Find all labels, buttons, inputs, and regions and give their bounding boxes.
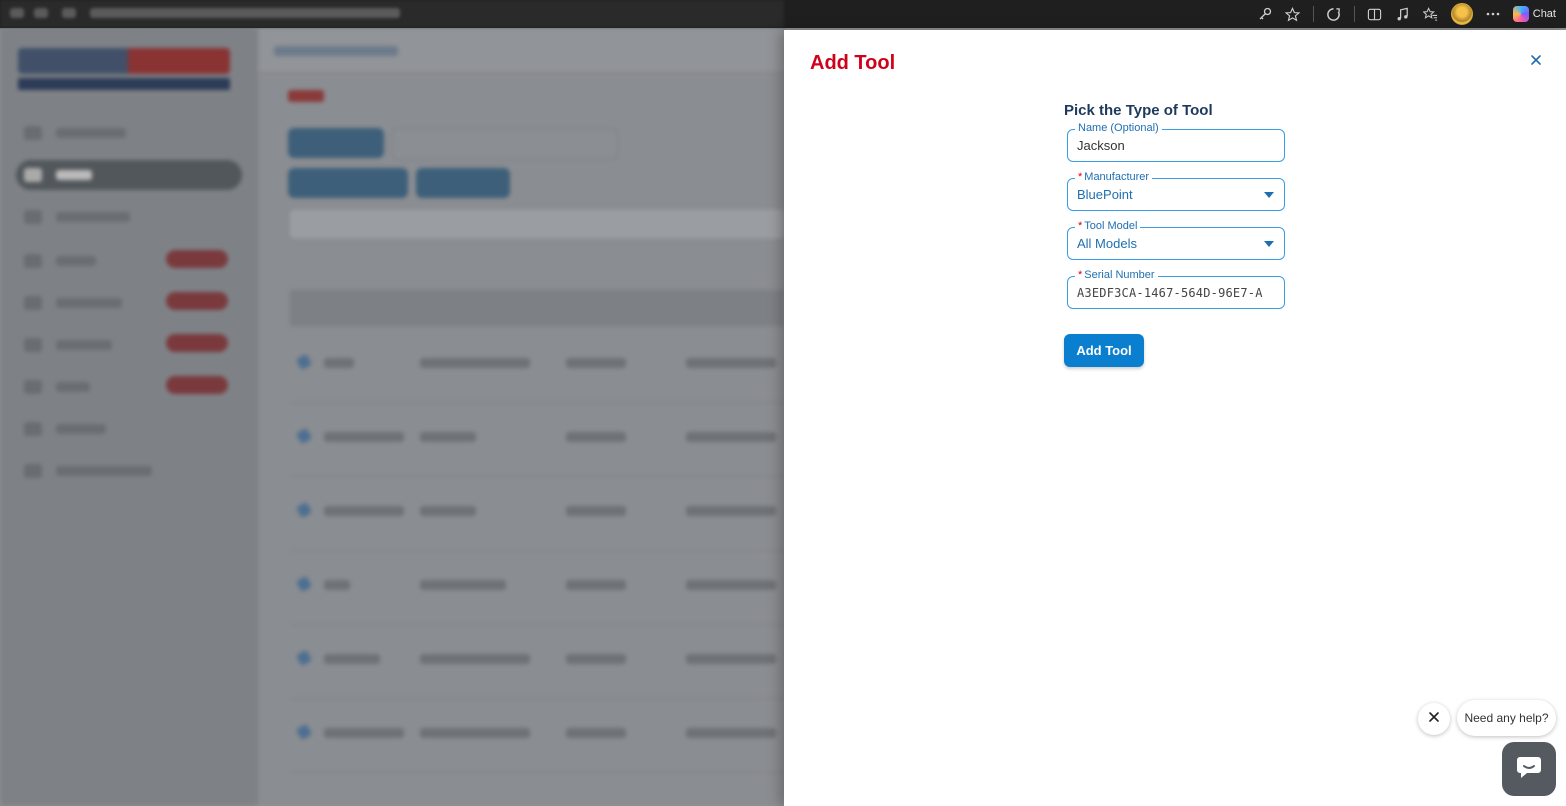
help-prompt-text: Need any help? [1464,711,1549,725]
close-icon[interactable] [1528,52,1544,68]
close-icon [1428,710,1440,728]
serial-number-label: * Serial Number [1075,268,1158,282]
name-field[interactable]: Name (Optional) Jackson [1067,121,1285,162]
background-sidebar [0,28,258,806]
favorites-icon[interactable] [1423,6,1439,22]
manufacturer-value: BluePoint [1077,187,1133,202]
manufacturer-label: * Manufacturer [1075,170,1153,184]
required-marker: * [1078,220,1083,232]
form-heading: Pick the Type of Tool [1064,102,1213,119]
key-icon[interactable] [1257,6,1273,22]
tool-model-select[interactable]: * Tool Model All Models [1067,219,1285,260]
chat-label: Chat [1532,8,1556,20]
browser-address-area-blurred [0,0,784,28]
app-logo [18,48,230,92]
split-screen-icon[interactable] [1367,6,1383,22]
music-icon[interactable] [1395,6,1411,22]
chat-bubble-icon [1515,754,1543,785]
help-prompt-bubble[interactable]: Need any help? [1457,700,1556,736]
chevron-down-icon[interactable] [1264,241,1274,247]
copilot-icon [1512,6,1529,22]
name-field-value: Jackson [1077,138,1125,153]
star-outline-icon[interactable] [1285,6,1301,22]
profile-avatar[interactable] [1450,3,1473,25]
help-chat-launcher[interactable] [1502,742,1556,796]
required-marker: * [1078,171,1083,183]
more-icon[interactable] [1485,6,1501,22]
add-tool-form: Pick the Type of Tool Name (Optional) Ja… [1064,102,1304,367]
toolbar-divider [1312,6,1314,22]
background-app-blurred[interactable] [0,28,784,806]
drawer-title: Add Tool [810,52,896,74]
manufacturer-select[interactable]: * Manufacturer BluePoint [1067,170,1285,211]
tool-model-value: All Models [1077,236,1137,251]
add-tool-button[interactable]: Add Tool [1064,334,1144,367]
name-field-label: Name (Optional) [1075,121,1162,135]
serial-number-value: A3EDF3CA-1467-564D-96E7-A [1077,286,1263,300]
add-tool-drawer: Add Tool Pick the Type of Tool Name (Opt… [784,30,1566,806]
toolbar-divider [1353,6,1355,22]
serial-number-field[interactable]: * Serial Number A3EDF3CA-1467-564D-96E7-A [1067,268,1285,309]
copilot-chat-button[interactable]: Chat [1512,6,1556,22]
extensions-icon[interactable] [1326,6,1342,22]
browser-toolbar: Chat [0,0,1566,28]
required-marker: * [1078,269,1083,281]
chevron-down-icon[interactable] [1264,192,1274,198]
tool-model-label: * Tool Model [1075,219,1141,233]
help-close-button[interactable] [1418,703,1450,735]
